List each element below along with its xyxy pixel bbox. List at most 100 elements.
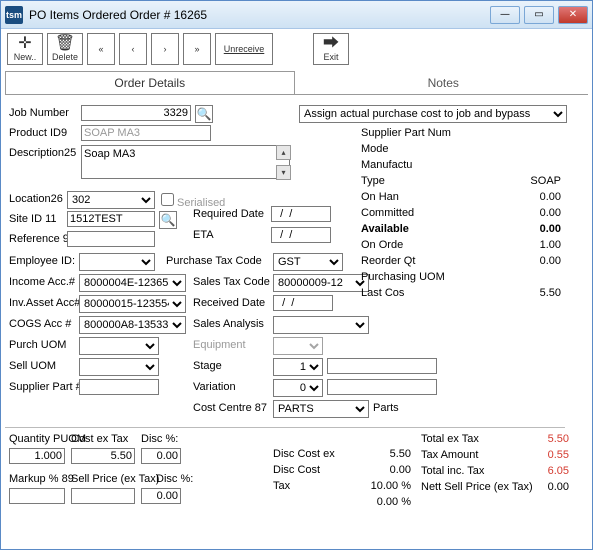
delete-button[interactable]: 🗑 Delete: [47, 33, 83, 65]
unreceive-button[interactable]: Unreceive: [215, 33, 273, 65]
available-label: Available: [361, 223, 409, 235]
exit-icon: ⮕: [323, 36, 339, 52]
manufactu-header: Manufactu: [361, 159, 412, 171]
maximize-button[interactable]: ▭: [524, 6, 554, 24]
disc-cost-ex-value: 5.50: [361, 448, 411, 460]
disc1-input[interactable]: [141, 448, 181, 464]
reorder-label: Reorder Qt: [361, 255, 415, 267]
received-date-label: Received Date: [193, 297, 265, 309]
lastcos-label: Last Cos: [361, 287, 404, 299]
cost-assignment-select[interactable]: Assign actual purchase cost to job and b…: [299, 105, 567, 123]
desc-scroll-up[interactable]: ▴: [276, 145, 291, 160]
inv-asset-select[interactable]: 80000015-123554: [79, 295, 186, 313]
job-number-label: Job Number: [9, 107, 69, 119]
stage-label: Stage: [193, 360, 222, 372]
tax-amount-label: Tax Amount: [421, 449, 478, 461]
serialised-checkbox[interactable]: Serialised: [161, 193, 225, 209]
stage-text-input[interactable]: [327, 358, 437, 374]
site-search-button[interactable]: 🔍: [159, 211, 177, 229]
cost-centre-label: Cost Centre 87: [193, 402, 267, 414]
supplier-part-input[interactable]: [79, 379, 159, 395]
disc2-label: Disc %:: [156, 473, 193, 485]
reference-label: Reference 9: [9, 233, 69, 245]
equipment-label: Equipment: [193, 339, 246, 351]
nav-last-button[interactable]: »: [183, 33, 211, 65]
employee-select[interactable]: [79, 253, 155, 271]
committed-label: Committed: [361, 207, 414, 219]
tab-notes[interactable]: Notes: [299, 71, 589, 94]
disc-cost-label: Disc Cost: [273, 464, 320, 476]
nav-first-button[interactable]: «: [87, 33, 115, 65]
total-ex-tax-value: 5.50: [521, 433, 569, 445]
toolbar: ✛ New.. 🗑 Delete « ‹ › » Unreceive ⮕ Exi…: [1, 29, 592, 69]
total-ex-tax-label: Total ex Tax: [421, 433, 479, 445]
window-title: PO Items Ordered Order # 16265: [29, 8, 490, 22]
eta-input[interactable]: [271, 227, 331, 243]
stage-select[interactable]: 1: [273, 358, 323, 376]
disc1-label: Disc %:: [141, 433, 178, 445]
nett-sell-value: 0.00: [521, 481, 569, 493]
search-icon: 🔍: [197, 107, 212, 121]
sell-uom-select[interactable]: [79, 358, 159, 376]
eta-label: ETA: [193, 229, 214, 241]
sales-tax-select[interactable]: 80000009-12: [273, 274, 369, 292]
nett-sell-label: Nett Sell Price (ex Tax): [421, 481, 533, 493]
serialised-input[interactable]: [161, 193, 174, 206]
supplier-part-header: Supplier Part Num: [361, 127, 451, 139]
exit-button[interactable]: ⮕ Exit: [313, 33, 349, 65]
location-select[interactable]: 302: [67, 191, 155, 209]
disc2-input[interactable]: [141, 488, 181, 504]
cogs-label: COGS Acc #: [9, 318, 71, 330]
qty-input[interactable]: [9, 448, 65, 464]
new-button[interactable]: ✛ New..: [7, 33, 43, 65]
reference-input[interactable]: [67, 231, 155, 247]
product-id-input: [81, 125, 211, 141]
cost-centre-text: Parts: [373, 402, 399, 414]
markup-label: Markup % 89: [9, 473, 74, 485]
site-id-input[interactable]: [67, 211, 155, 227]
minimize-button[interactable]: —: [490, 6, 520, 24]
lastcos-value: 5.50: [491, 287, 561, 299]
cost-ex-tax-input[interactable]: [71, 448, 135, 464]
income-acc-select[interactable]: 8000004E-123655: [79, 274, 186, 292]
nav-next-button[interactable]: ›: [151, 33, 179, 65]
exit-label: Exit: [324, 52, 339, 62]
nav-prev-button[interactable]: ‹: [119, 33, 147, 65]
tab-order-details[interactable]: Order Details: [5, 71, 295, 94]
total-inc-tax-value: 6.05: [521, 465, 569, 477]
desc-scroll-down[interactable]: ▾: [276, 165, 291, 180]
divider: [5, 427, 565, 428]
new-label: New..: [14, 52, 37, 62]
description-input[interactable]: [81, 145, 290, 179]
sell-uom-label: Sell UOM: [9, 360, 56, 372]
close-button[interactable]: ✕: [558, 6, 588, 24]
variation-select[interactable]: 0: [273, 379, 323, 397]
reorder-value: 0.00: [491, 255, 561, 267]
plus-icon: ✛: [18, 36, 31, 52]
job-number-search-button[interactable]: 🔍: [195, 105, 213, 123]
markup-input[interactable]: [9, 488, 65, 504]
cogs-select[interactable]: 800000A8-13533: [79, 316, 186, 334]
type-value: SOAP: [491, 175, 561, 187]
sales-analysis-select[interactable]: [273, 316, 369, 334]
total-inc-tax-label: Total inc. Tax: [421, 465, 484, 477]
disc-cost-value: 0.00: [361, 464, 411, 476]
tax-amount-value: 0.55: [521, 449, 569, 461]
purchase-tax-select[interactable]: GST: [273, 253, 343, 271]
variation-text-input[interactable]: [327, 379, 437, 395]
purch-uom-label: Purch UOM: [9, 339, 66, 351]
site-id-label: Site ID 11: [9, 213, 57, 225]
received-date-input[interactable]: [273, 295, 333, 311]
sales-tax-label: Sales Tax Code: [193, 276, 270, 288]
sell-price-input[interactable]: [71, 488, 135, 504]
product-id-label: Product ID9: [9, 127, 67, 139]
sell-price-label: Sell Price (ex Tax): [71, 473, 159, 485]
tax-value-2: 0.00 %: [349, 496, 411, 508]
committed-value: 0.00: [491, 207, 561, 219]
required-date-input[interactable]: [271, 206, 331, 222]
trash-icon: 🗑: [55, 36, 75, 52]
cost-centre-select[interactable]: PARTS: [273, 400, 369, 418]
form-area: Job Number 🔍 Assign actual purchase cost…: [1, 95, 592, 549]
purch-uom-select[interactable]: [79, 337, 159, 355]
job-number-input[interactable]: [81, 105, 191, 121]
